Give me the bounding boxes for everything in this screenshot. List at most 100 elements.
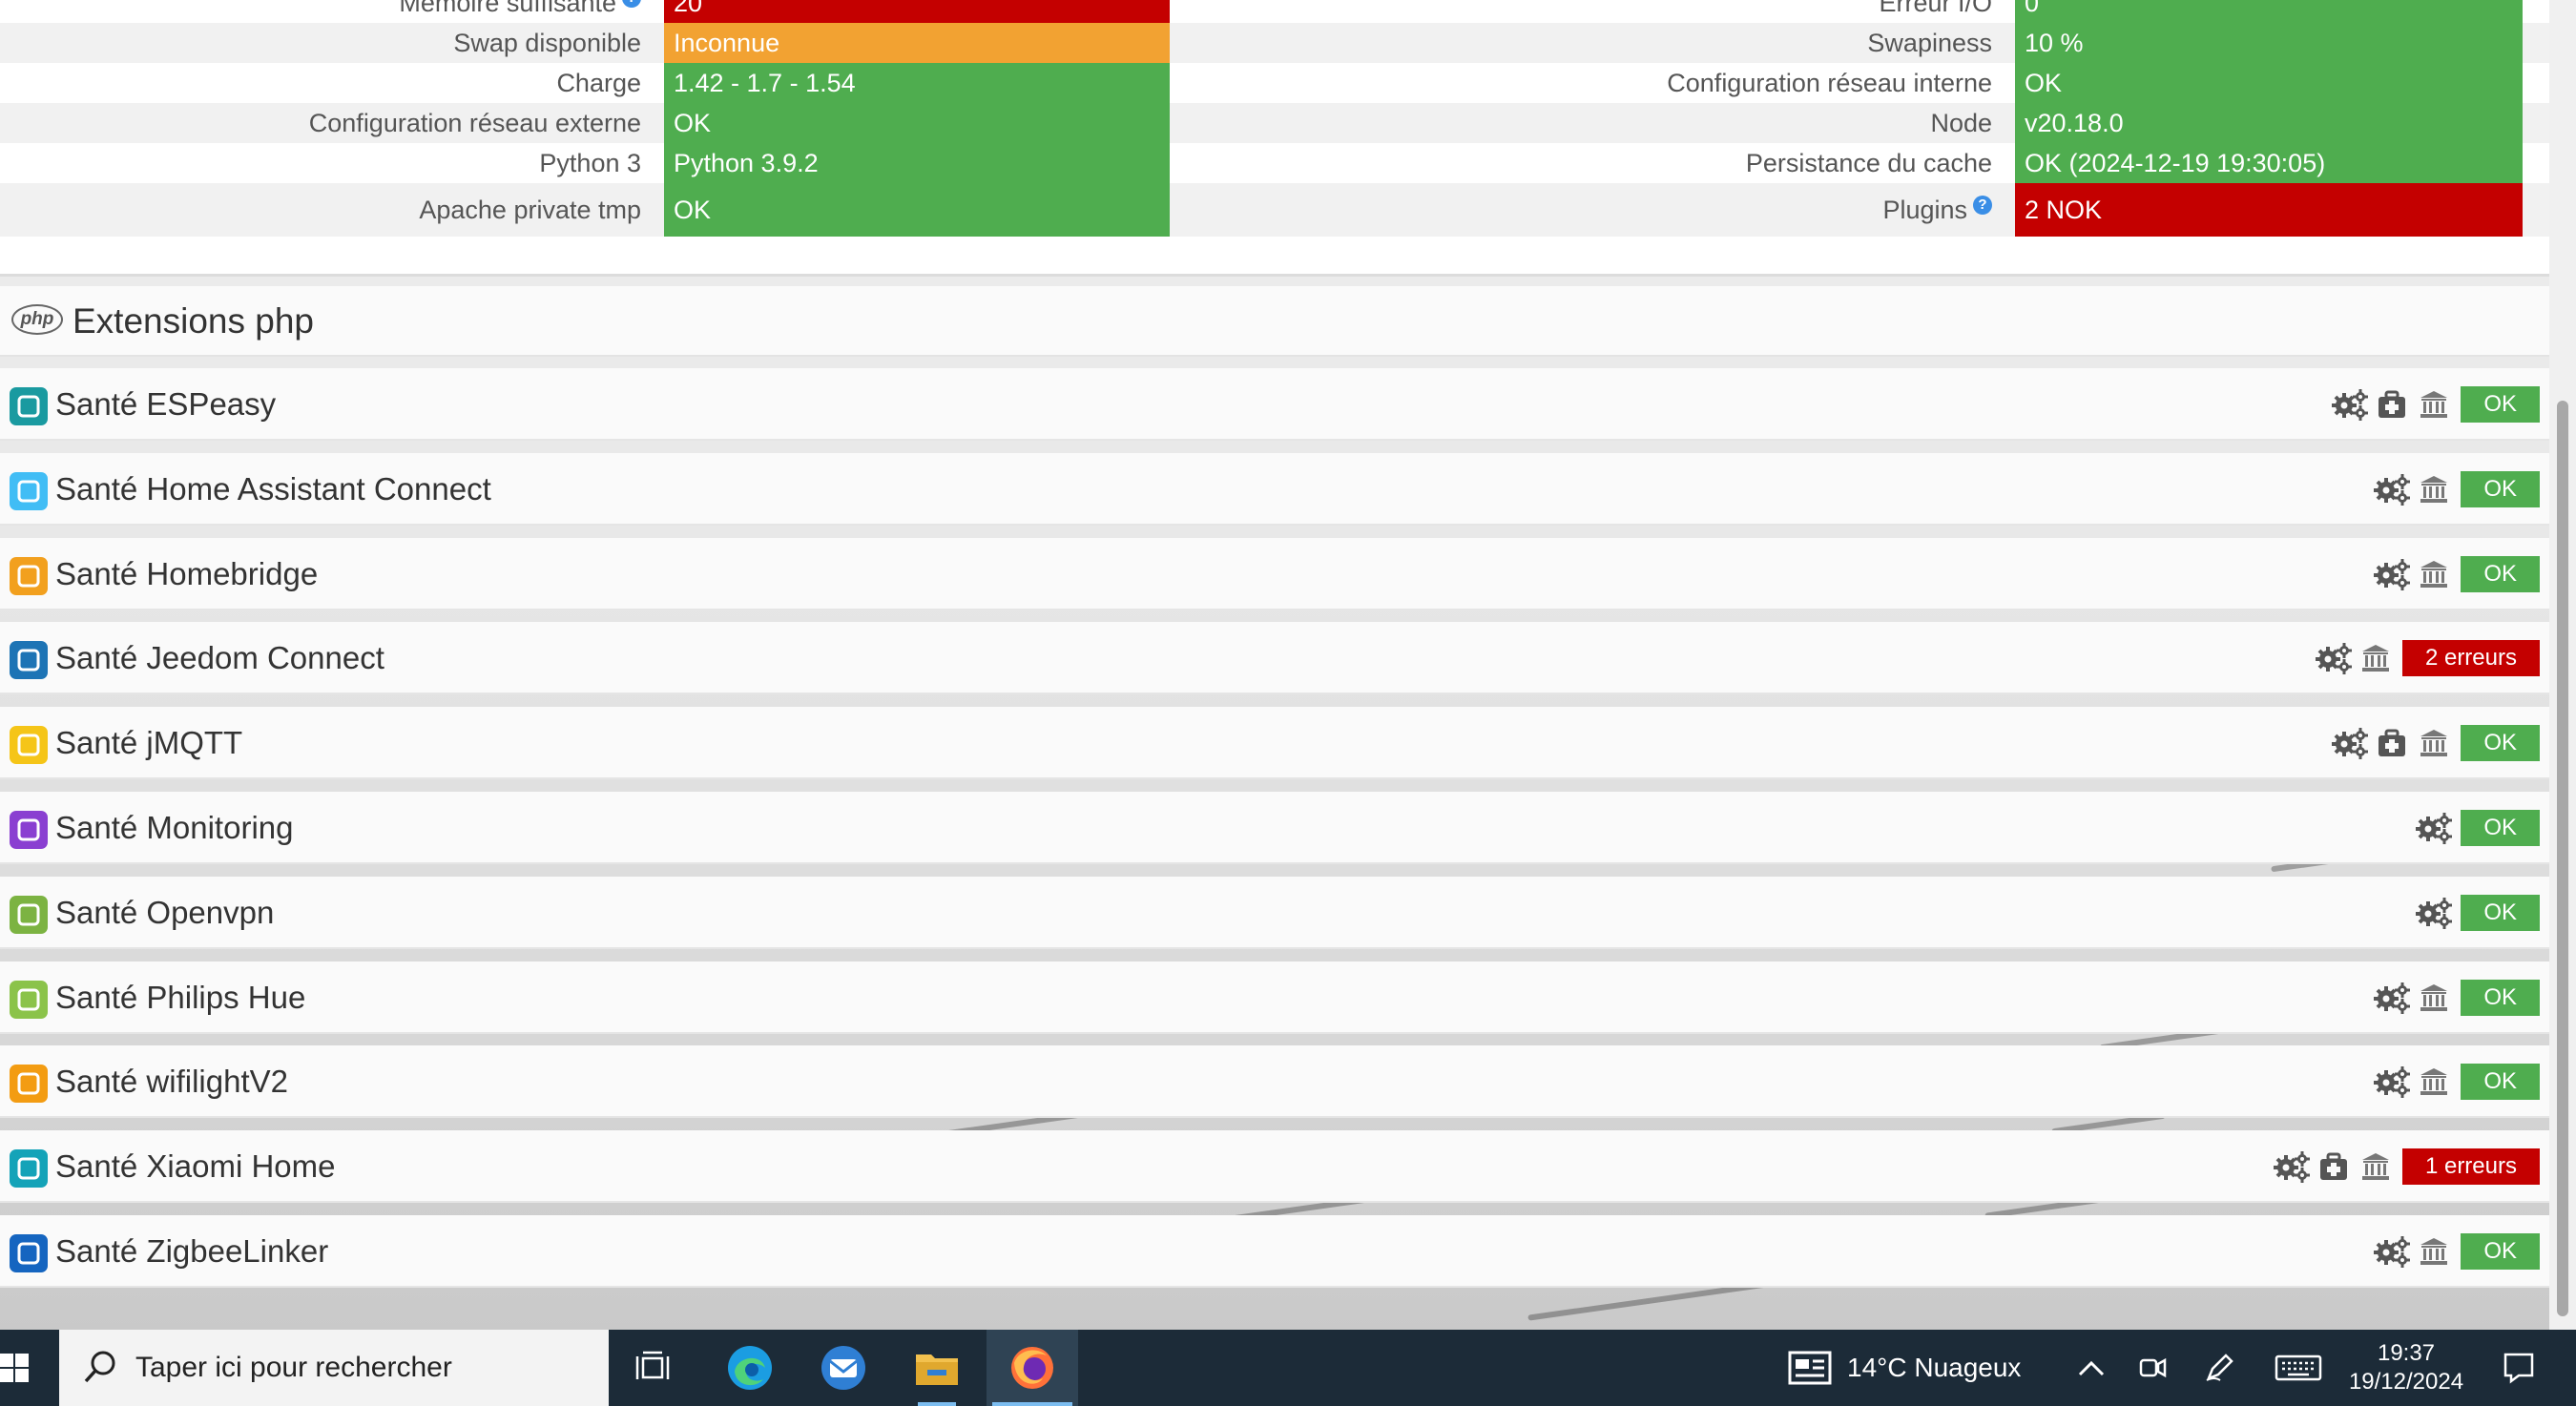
health-label: Configuration réseau interne xyxy=(1667,69,1992,97)
plugin-row[interactable]: Santé ZigbeeLinker OK xyxy=(0,1215,2549,1288)
bank-icon[interactable] xyxy=(2413,724,2455,762)
plugin-status-badge: OK xyxy=(2461,725,2540,761)
plugin-name[interactable]: Santé Openvpn xyxy=(55,877,274,949)
search-placeholder: Taper ici pour rechercher xyxy=(135,1352,452,1383)
plugin-row[interactable]: Santé Philips Hue OK xyxy=(0,961,2549,1034)
health-label: Persistance du cache xyxy=(1745,149,1992,177)
plugin-status-badge: OK xyxy=(2461,810,2540,846)
plugin-row[interactable]: Santé Xiaomi Home 1 erreurs xyxy=(0,1130,2549,1203)
plugin-status-badge: 1 erreurs xyxy=(2401,1148,2540,1185)
health-row: Swap disponible Inconnue Swapiness 10 % xyxy=(0,23,2549,63)
plugin-logo-icon xyxy=(10,472,48,510)
bank-icon[interactable] xyxy=(2413,385,2455,424)
plugin-logo-icon xyxy=(10,726,48,764)
plugin-actions: OK xyxy=(2371,470,2540,508)
plugin-actions: 2 erreurs xyxy=(2313,639,2540,677)
health-value: OK (2024-12-19 19:30:05) xyxy=(2015,143,2523,183)
firefox-icon xyxy=(1011,1347,1053,1389)
plugin-row[interactable]: Santé Monitoring OK xyxy=(0,792,2549,864)
search-icon xyxy=(80,1347,122,1389)
weather-text[interactable]: 14°C Nuageux xyxy=(1847,1330,2021,1406)
plugin-name[interactable]: Santé Xiaomi Home xyxy=(55,1130,335,1203)
gears-icon[interactable] xyxy=(2329,724,2371,762)
extensions-php-header[interactable]: php Extensions php xyxy=(0,286,2549,357)
help-icon[interactable]: ? xyxy=(1973,196,1992,215)
health-value: v20.18.0 xyxy=(2015,103,2523,143)
plugin-row[interactable]: Santé Jeedom Connect 2 erreurs xyxy=(0,622,2549,694)
bank-icon[interactable] xyxy=(2413,470,2455,508)
plugin-row[interactable]: Santé Openvpn OK xyxy=(0,877,2549,949)
pen-icon[interactable] xyxy=(2200,1349,2238,1387)
news-widget-icon[interactable] xyxy=(1786,1349,1834,1387)
bank-icon[interactable] xyxy=(2355,1148,2397,1186)
medkit-icon[interactable] xyxy=(2371,385,2413,424)
gears-icon[interactable] xyxy=(2271,1148,2313,1186)
page-scrollbar[interactable] xyxy=(2549,0,2576,1330)
plugin-actions: 1 erreurs xyxy=(2271,1148,2540,1186)
outlook-button[interactable] xyxy=(798,1330,889,1406)
gears-icon[interactable] xyxy=(2371,470,2413,508)
health-row: Python 3 Python 3.9.2 Persistance du cache… xyxy=(0,143,2549,183)
gears-icon[interactable] xyxy=(2413,809,2455,847)
plugin-row[interactable]: Santé Home Assistant Connect OK xyxy=(0,453,2549,526)
health-value: OK xyxy=(664,183,1170,237)
plugin-row[interactable]: Santé jMQTT OK xyxy=(0,707,2549,779)
plugin-status-badge: OK xyxy=(2461,895,2540,931)
medkit-icon[interactable] xyxy=(2371,724,2413,762)
edge-button[interactable] xyxy=(704,1330,796,1406)
gears-icon[interactable] xyxy=(2313,639,2355,677)
bank-icon[interactable] xyxy=(2413,1232,2455,1271)
medkit-icon[interactable] xyxy=(2313,1148,2355,1186)
health-value: 10 % xyxy=(2015,23,2523,63)
plugin-row[interactable]: Santé wifilightV2 OK xyxy=(0,1045,2549,1118)
plugin-name[interactable]: Santé jMQTT xyxy=(55,707,242,779)
edge-icon xyxy=(728,1346,772,1390)
gears-icon[interactable] xyxy=(2371,1063,2413,1101)
taskbar-search-box[interactable]: Taper ici pour rechercher xyxy=(59,1330,609,1406)
scrollbar-thumb[interactable] xyxy=(2557,401,2568,1316)
bank-icon[interactable] xyxy=(2413,979,2455,1017)
plugin-name[interactable]: Santé Home Assistant Connect xyxy=(55,453,491,526)
health-row: Configuration réseau externe OK Node v20.18… xyxy=(0,103,2549,143)
bank-icon[interactable] xyxy=(2413,555,2455,593)
clock-date: 19/12/2024 xyxy=(2348,1369,2464,1395)
gears-icon[interactable] xyxy=(2371,555,2413,593)
health-label-text: Mémoire suffisante xyxy=(399,0,616,17)
bank-icon[interactable] xyxy=(2413,1063,2455,1101)
plugin-status-badge: OK xyxy=(2461,980,2540,1016)
health-label: Swapiness xyxy=(1867,29,1992,57)
gears-icon[interactable] xyxy=(2371,979,2413,1017)
plugin-actions: OK xyxy=(2413,894,2540,932)
plugin-name[interactable]: Santé Homebridge xyxy=(55,538,318,610)
taskbar-clock[interactable]: 19:37 19/12/2024 xyxy=(2330,1339,2483,1396)
keyboard-icon[interactable] xyxy=(2273,1349,2324,1387)
plugin-actions: OK xyxy=(2329,385,2540,424)
plugin-row[interactable]: Santé ESPeasy OK xyxy=(0,368,2549,441)
gears-icon[interactable] xyxy=(2371,1232,2413,1271)
clock-time: 19:37 xyxy=(2377,1340,2436,1366)
plugin-name[interactable]: Santé ZigbeeLinker xyxy=(55,1215,328,1288)
file-explorer-button[interactable] xyxy=(891,1330,983,1406)
health-label: Configuration réseau externe xyxy=(308,109,641,137)
task-view-button[interactable] xyxy=(607,1330,698,1406)
chevron-up-icon[interactable] xyxy=(2072,1349,2110,1387)
plugin-name[interactable]: Santé wifilightV2 xyxy=(55,1045,288,1118)
plugin-row[interactable]: Santé Homebridge OK xyxy=(0,538,2549,610)
start-button[interactable] xyxy=(0,1330,59,1406)
help-icon[interactable]: ? xyxy=(622,0,641,8)
gears-icon[interactable] xyxy=(2413,894,2455,932)
bank-icon[interactable] xyxy=(2355,639,2397,677)
notification-icon[interactable] xyxy=(2500,1349,2538,1387)
plugin-status-badge: OK xyxy=(2461,1233,2540,1270)
health-label: Plugins? xyxy=(1183,183,1992,237)
plugin-name[interactable]: Santé Jeedom Connect xyxy=(55,622,384,694)
firefox-button[interactable] xyxy=(987,1330,1078,1406)
plugin-name[interactable]: Santé Philips Hue xyxy=(55,961,305,1034)
plugin-logo-icon xyxy=(10,981,48,1019)
plugin-name[interactable]: Santé Monitoring xyxy=(55,792,293,864)
plugin-logo-icon xyxy=(10,896,48,934)
plugin-name[interactable]: Santé ESPeasy xyxy=(55,368,276,441)
gears-icon[interactable] xyxy=(2329,385,2371,424)
windows-logo-icon xyxy=(0,1354,29,1382)
camera-icon[interactable] xyxy=(2133,1349,2171,1387)
